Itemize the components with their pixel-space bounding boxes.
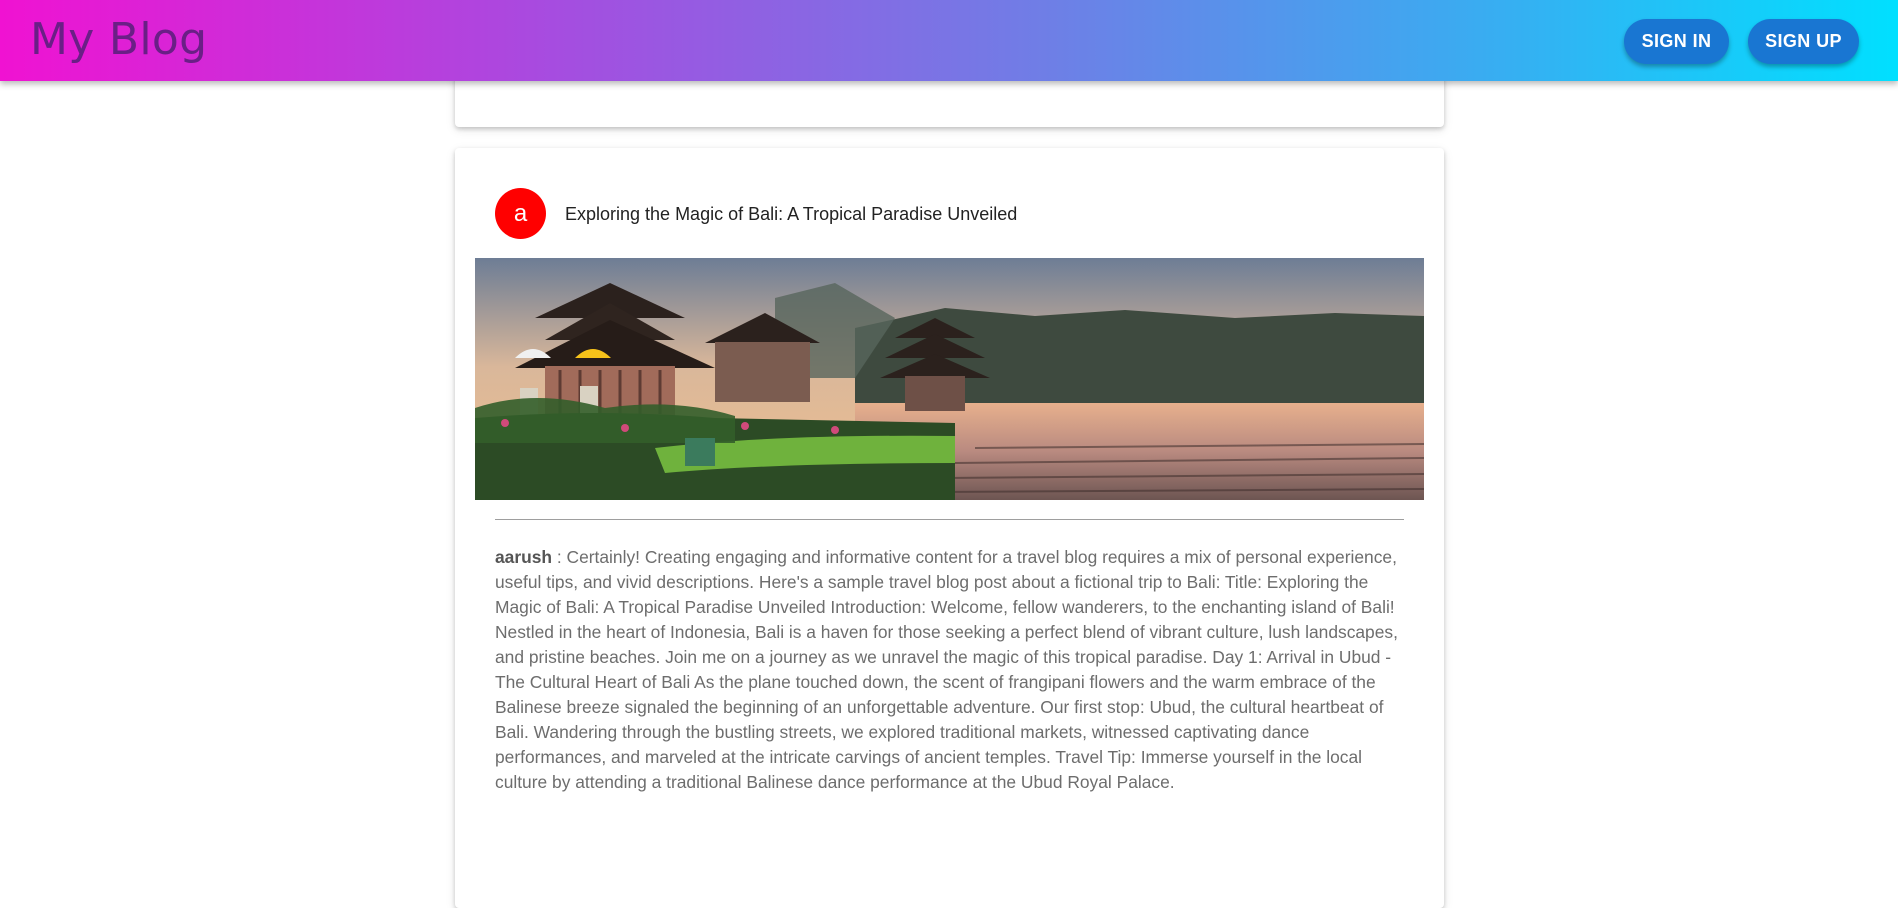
post-image	[475, 258, 1424, 500]
post-author: aarush	[495, 547, 553, 567]
author-avatar: a	[495, 188, 546, 239]
sign-up-button[interactable]: SIGN UP	[1748, 19, 1859, 64]
bali-temple-photo-icon	[475, 258, 1424, 500]
post-divider	[495, 519, 1404, 520]
post-body-text: Certainly! Creating engaging and informa…	[495, 547, 1398, 792]
sign-in-button[interactable]: SIGN IN	[1624, 19, 1729, 64]
post-title: Exploring the Magic of Bali: A Tropical …	[565, 204, 1018, 224]
post-card: a Exploring the Magic of Bali: A Tropica…	[455, 148, 1444, 908]
brand-title[interactable]: My Blog	[30, 13, 207, 67]
app-bar: My Blog SIGN IN SIGN UP	[0, 0, 1898, 81]
post-content: aarush : Certainly! Creating engaging an…	[495, 545, 1410, 795]
author-separator: :	[552, 547, 567, 567]
